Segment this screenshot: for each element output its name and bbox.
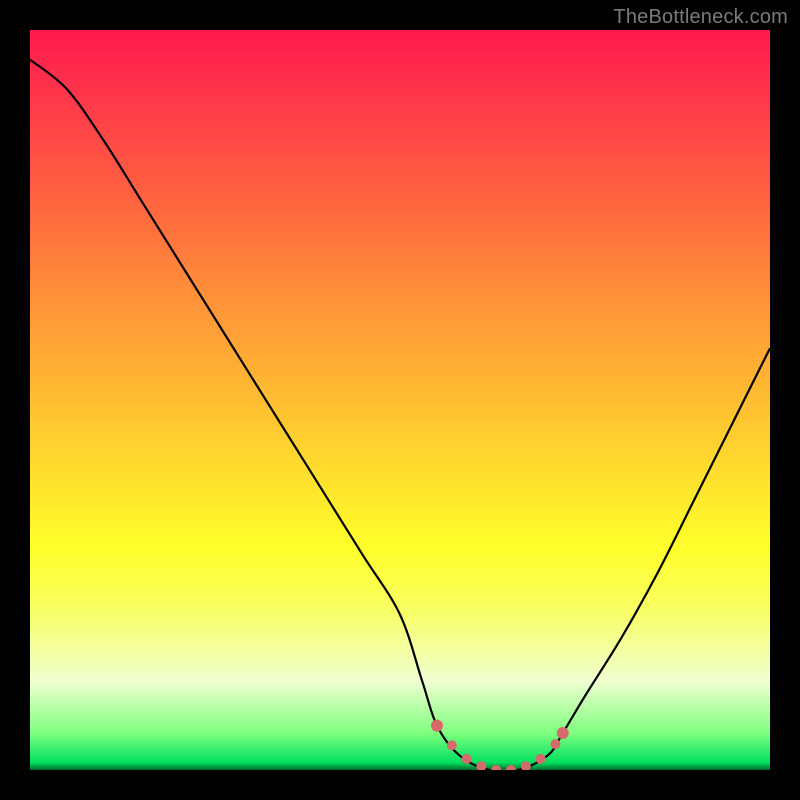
- optimal-marker: [536, 754, 546, 764]
- optimal-marker: [521, 761, 531, 770]
- optimal-marker: [557, 727, 569, 739]
- bottleneck-curve-svg: [30, 30, 770, 770]
- optimal-marker: [491, 765, 501, 770]
- optimal-range-markers: [431, 720, 569, 770]
- optimal-marker: [431, 720, 443, 732]
- optimal-marker: [476, 761, 486, 770]
- optimal-marker: [447, 740, 457, 750]
- optimal-marker: [506, 765, 516, 770]
- optimal-marker: [462, 754, 472, 764]
- bottleneck-curve-path: [30, 60, 770, 770]
- optimal-marker: [550, 739, 560, 749]
- watermark-text: TheBottleneck.com: [613, 6, 788, 29]
